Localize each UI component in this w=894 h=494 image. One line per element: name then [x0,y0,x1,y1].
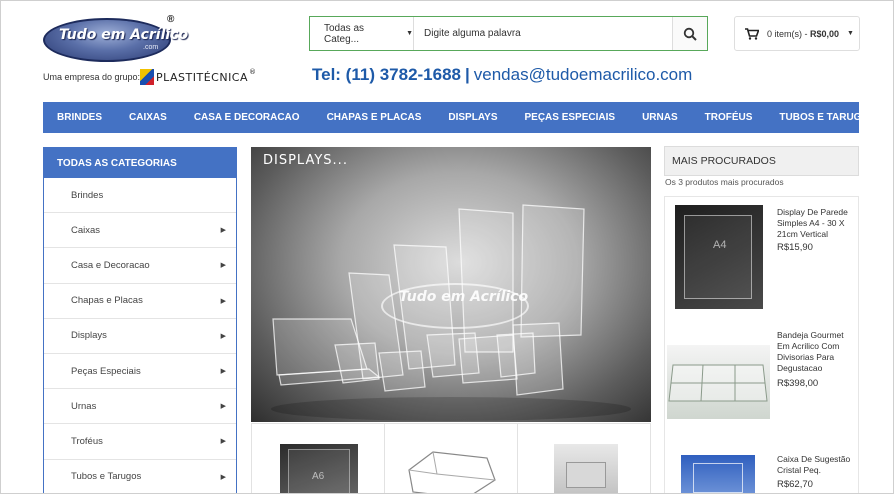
tray-icon [668,364,768,402]
chevron-right-icon: ▶ [220,297,226,305]
product-thumbnails: A6 [251,423,651,493]
logo-domain: .com [143,44,159,51]
list-item[interactable]: Bandeja Gourmet Em Acrilico Com Divisori… [665,327,860,437]
chevron-down-icon: ▼ [847,30,854,37]
sidebar-item-label: Troféus [71,435,103,447]
shopping-cart-icon [745,27,759,40]
sidebar-item-pecas-especiais[interactable]: Peças Especiais ▶ [44,354,236,390]
chevron-right-icon: ▶ [220,368,226,376]
logo-text: Tudo em Acrílico [59,27,189,43]
search-bar: Todas as Categ... ▼ [309,16,708,51]
chevron-down-icon: ▼ [406,30,413,37]
chevron-right-icon: ▶ [220,438,226,446]
contact-separator: | [465,65,470,84]
nav-item-caixas[interactable]: CAIXAS [129,112,167,123]
contact-line: Tel: (11) 3782-1688 | vendas@tudoemacrilic… [312,65,692,85]
product-thumbnail[interactable] [384,423,517,493]
sidebar-item-label: Brindes [71,189,104,201]
email-address[interactable]: vendas@tudoemacrilico.com [474,65,693,84]
sidebar-item-label: Displays [71,330,107,342]
hero-banner[interactable]: DISPLAYS... Tudo em Acrílico [251,147,651,422]
product-name[interactable]: Caixa De Sugestão Cristal Peq. [777,454,857,476]
nav-item-chapas-e-placas[interactable]: CHAPAS E PLACAS [327,112,422,123]
sidebar-item-caixas[interactable]: Caixas ▶ [44,213,236,249]
product-image-label: A4 [713,239,727,251]
most-searched-subtitle: Os 3 produtos mais procurados [665,177,784,187]
product-thumbnail[interactable] [517,423,651,493]
phone-number[interactable]: Tel: (11) 3782-1688 [312,65,461,84]
cart-total: R$0,00 [810,28,840,39]
category-sidebar: TODAS AS CATEGORIAS Brindes Caixas ▶ Cas… [43,147,237,494]
sidebar-item-chapas-e-placas[interactable]: Chapas e Placas ▶ [44,284,236,319]
search-category-select[interactable]: Todas as Categ... ▼ [310,17,414,50]
product-image [408,451,496,493]
chevron-right-icon: ▶ [220,227,226,235]
product-image [681,455,755,493]
product-name[interactable]: Bandeja Gourmet Em Acrilico Com Divisori… [777,330,857,374]
sidebar-item-urnas[interactable]: Urnas ▶ [44,389,236,425]
nav-item-trofeus[interactable]: TROFÉUS [705,112,753,123]
search-input[interactable] [414,17,672,50]
group-label: Uma empresa do grupo: [43,72,141,82]
sidebar-item-brindes[interactable]: Brindes [44,178,236,214]
cart-items: 0 item(s) - [767,28,811,39]
product-price: R$398,00 [777,378,819,389]
banner-watermark: Tudo em Acrílico [399,289,529,305]
product-price: R$15,90 [777,242,813,253]
nav-item-pecas-especiais[interactable]: PEÇAS ESPECIAIS [524,112,615,123]
cart-summary: 0 item(s) - R$0,00 [767,29,839,39]
sidebar-item-displays[interactable]: Displays ▶ [44,319,236,354]
plastitecnica-mark-icon [140,69,154,85]
group-logo: PLASTITÉCNICA ® [140,68,257,86]
logo-registered-mark: ® [167,14,175,25]
list-item[interactable]: Caixa De Sugestão Cristal Peq. R$62,70 [665,449,860,493]
nav-item-casa-e-decoracao[interactable]: CASA E DECORACAO [194,112,300,123]
cart-button[interactable]: 0 item(s) - R$0,00 ▼ [734,16,860,51]
product-image [667,345,770,419]
product-price: R$62,70 [777,479,813,490]
most-searched-title: MAIS PROCURADOS [664,146,859,176]
group-logo-text: PLASTITÉCNICA [156,70,249,84]
sidebar-item-tubos-e-tarugos[interactable]: Tubos e Tarugos ▶ [44,460,236,494]
product-name[interactable]: Display De Parede Simples A4 - 30 X 21cm… [777,207,857,240]
product-image [554,444,618,493]
chevron-right-icon: ▶ [220,473,226,481]
banner-title: DISPLAYS... [263,153,348,168]
sidebar-item-casa-e-decoracao[interactable]: Casa e Decoracao ▶ [44,248,236,284]
product-image: A6 [280,444,358,493]
product-thumbnail[interactable]: A6 [251,423,384,493]
thumbnail-label: A6 [312,471,325,482]
sidebar-item-trofeus[interactable]: Troféus ▶ [44,424,236,460]
sidebar-item-label: Caixas [71,224,101,236]
nav-item-tubos-e-tarugos[interactable]: TUBOS E TARUGOS [779,112,875,123]
chevron-right-icon: ▶ [220,403,226,411]
chevron-right-icon: ▶ [220,332,226,340]
sidebar-item-label: Urnas [71,400,97,412]
site-logo[interactable]: Tudo em Acrílico .com ® [43,14,188,62]
nav-item-brindes[interactable]: BRINDES [57,112,102,123]
search-button[interactable] [672,17,707,50]
product-image: A4 [675,205,763,309]
nav-item-urnas[interactable]: URNAS [642,112,678,123]
search-icon [683,27,697,41]
sidebar-item-label: Casa e Decoracao [71,259,150,271]
nav-item-displays[interactable]: DISPLAYS [448,112,497,123]
sidebar-item-label: Tubos e Tarugos [71,471,142,483]
group-logo-registered-mark: ® [249,68,257,76]
sidebar-item-label: Peças Especiais [71,365,141,377]
most-searched-list: A4 Display De Parede Simples A4 - 30 X 2… [664,196,860,493]
sidebar-item-label: Chapas e Placas [71,295,143,307]
search-category-value: Todas as Categ... [324,22,365,45]
main-nav: BRINDES CAIXAS CASA E DECORACAO CHAPAS E… [43,102,876,133]
sidebar-title: TODAS AS CATEGORIAS [44,148,236,178]
list-item[interactable]: A4 Display De Parede Simples A4 - 30 X 2… [665,197,860,315]
page: Tudo em Acrílico .com ® Uma empresa do g… [0,0,894,494]
chevron-right-icon: ▶ [220,262,226,270]
